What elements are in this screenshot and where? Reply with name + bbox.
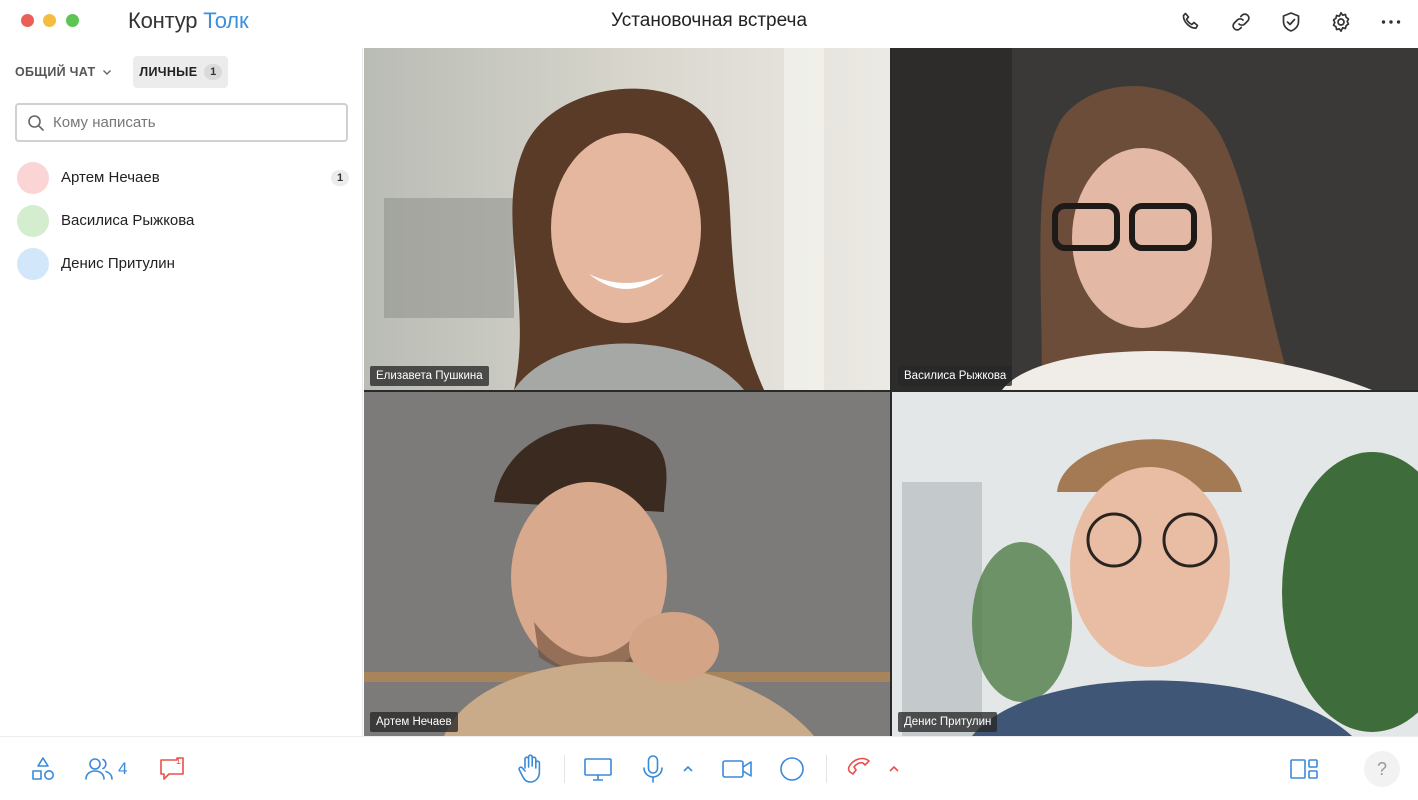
- screen-share-icon: [584, 758, 612, 781]
- layout-button[interactable]: [1289, 753, 1319, 785]
- tab-general-chat[interactable]: ОБЩИЙ ЧАТ: [15, 57, 113, 87]
- avatar: [17, 161, 49, 194]
- divider: [564, 755, 565, 783]
- raise-hand-button[interactable]: [516, 753, 544, 785]
- gear-icon[interactable]: [1326, 7, 1356, 37]
- people-icon: [85, 758, 113, 780]
- video-tile[interactable]: Василиса Рыжкова: [892, 48, 1418, 390]
- window-zoom-button[interactable]: [66, 14, 79, 27]
- participant-name: Денис Притулин: [898, 712, 998, 732]
- video-tile[interactable]: Елизавета Пушкина: [364, 48, 890, 390]
- contact-name: Артем Нечаев: [61, 169, 160, 186]
- chat-icon: 1: [160, 756, 184, 780]
- participant-video: [892, 392, 1418, 736]
- avatar: [17, 204, 49, 237]
- camera-button[interactable]: [721, 753, 753, 785]
- search-field[interactable]: [15, 103, 348, 142]
- video-tile[interactable]: Артем Нечаев: [364, 392, 890, 736]
- link-icon[interactable]: [1226, 7, 1256, 37]
- unread-badge: 1: [204, 64, 223, 80]
- chat-sidebar: ОБЩИЙ ЧАТ ЛИЧНЫЕ 1 Артем Нечаев 1 Васили…: [0, 48, 363, 736]
- search-icon: [28, 114, 44, 131]
- top-toolbar: [1176, 7, 1406, 37]
- tab-personal-chats[interactable]: ЛИЧНЫЕ 1: [133, 56, 229, 88]
- contact-name: Василиса Рыжкова: [61, 212, 195, 229]
- unread-badge: 1: [331, 169, 349, 186]
- camera-icon: [722, 760, 752, 778]
- help-icon: ?: [1376, 758, 1387, 779]
- bottom-toolbar: 4 1 ?: [0, 736, 1418, 800]
- video-tile[interactable]: Денис Притулин: [892, 392, 1418, 736]
- window-close-button[interactable]: [21, 14, 34, 27]
- microphone-button[interactable]: [640, 753, 666, 785]
- microphone-options-button[interactable]: [681, 753, 695, 785]
- participant-name: Елизавета Пушкина: [370, 366, 489, 386]
- participant-video: [364, 48, 890, 390]
- hangup-button[interactable]: [845, 753, 873, 785]
- participant-name: Артем Нечаев: [370, 712, 458, 732]
- apps-button[interactable]: [29, 753, 57, 785]
- record-icon: [780, 757, 804, 781]
- phone-icon[interactable]: [1176, 7, 1206, 37]
- participant-video: [892, 48, 1418, 390]
- participants-count: 4: [118, 759, 128, 778]
- contact-item[interactable]: Денис Притулин: [17, 242, 349, 285]
- search-input[interactable]: [53, 114, 333, 131]
- record-button[interactable]: [778, 753, 806, 785]
- shield-check-icon[interactable]: [1276, 7, 1306, 37]
- help-button[interactable]: ?: [1364, 751, 1400, 787]
- chevron-up-icon: [889, 765, 899, 772]
- app-logo: Контур Толк: [128, 8, 249, 33]
- hangup-icon: [847, 757, 870, 775]
- screen-share-button[interactable]: [583, 753, 613, 785]
- chevron-down-icon: [103, 70, 112, 75]
- participants-button[interactable]: 4: [84, 753, 127, 785]
- window-minimize-button[interactable]: [43, 14, 56, 27]
- avatar: [17, 247, 49, 280]
- title-bar: Контур Толк Установочная встреча: [0, 0, 1418, 44]
- contact-name: Денис Притулин: [61, 255, 175, 272]
- layout-icon: [1290, 759, 1318, 779]
- participant-video: [364, 392, 890, 736]
- microphone-icon: [643, 755, 663, 783]
- hangup-options-button[interactable]: [887, 753, 901, 785]
- contact-list: Артем Нечаев 1 Василиса Рыжкова Денис Пр…: [17, 156, 349, 285]
- more-icon[interactable]: [1376, 7, 1406, 37]
- chat-button[interactable]: 1: [157, 753, 187, 785]
- chevron-up-icon: [683, 765, 693, 772]
- video-grid: Елизавета Пушкина Василиса Рыжкова Артем…: [364, 48, 1418, 736]
- apps-icon: [32, 757, 54, 780]
- raise-hand-icon: [518, 754, 541, 783]
- participant-name: Василиса Рыжкова: [898, 366, 1013, 386]
- svg-text:1: 1: [176, 756, 181, 766]
- contact-item[interactable]: Артем Нечаев 1: [17, 156, 349, 199]
- chat-tabs: ОБЩИЙ ЧАТ ЛИЧНЫЕ 1: [15, 56, 229, 88]
- divider: [826, 755, 827, 783]
- contact-item[interactable]: Василиса Рыжкова: [17, 199, 349, 242]
